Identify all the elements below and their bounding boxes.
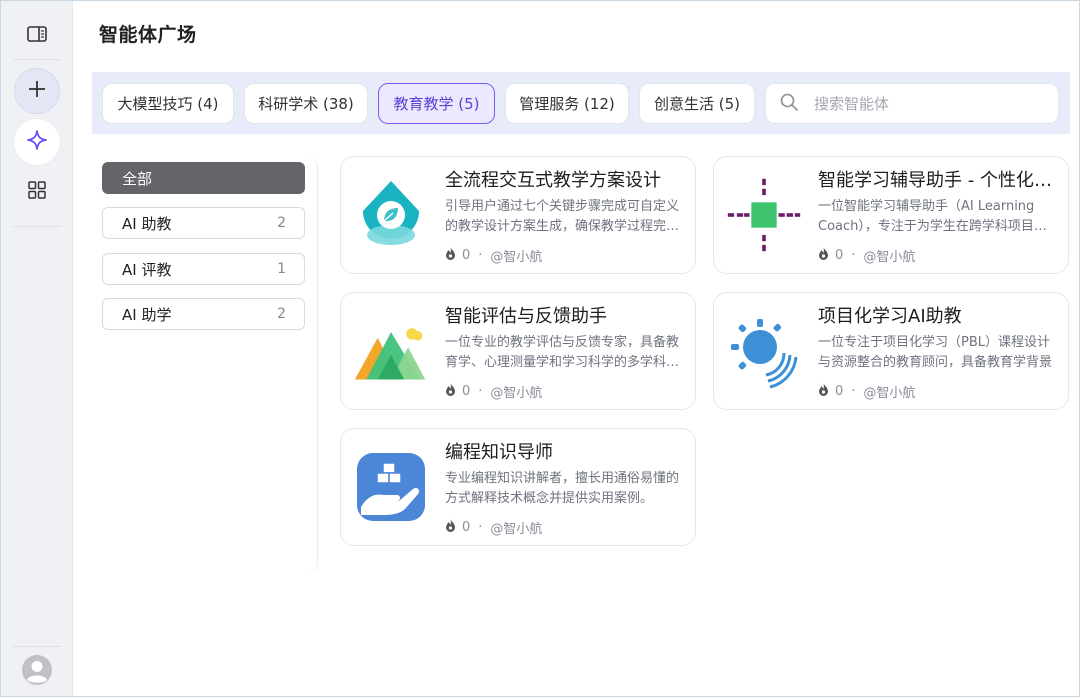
- category-chip-creative-life[interactable]: 创意生活 (5): [639, 83, 755, 124]
- like-count: 0: [462, 384, 471, 399]
- category-chip-education[interactable]: 教育教学 (5): [378, 83, 495, 124]
- separator-dot: ·: [478, 520, 483, 535]
- agent-author[interactable]: @智小航: [863, 246, 915, 265]
- agent-square-button[interactable]: [14, 119, 60, 165]
- like-count: 0: [835, 248, 844, 263]
- sparkle-icon: [26, 129, 48, 155]
- subcategory-count: 2: [277, 306, 286, 322]
- agent-card[interactable]: 智能学习辅导助手 - 个性化学习伙伴 一位智能学习辅导助手（AI Learnin…: [713, 156, 1069, 274]
- like-count: 0: [462, 520, 471, 535]
- grid-icon: [28, 181, 46, 203]
- like-count: 0: [835, 384, 844, 399]
- subcategory-ai-learning[interactable]: AI 助学 2: [102, 298, 305, 330]
- agent-name: 全流程交互式教学方案设计: [445, 170, 661, 191]
- agent-card[interactable]: 全流程交互式教学方案设计 引导用户通过七个关键步骤完成可自定义的教学设计方案生成…: [340, 156, 696, 274]
- agent-author[interactable]: @智小航: [863, 382, 915, 401]
- category-chip-model-tips[interactable]: 大模型技巧 (4): [102, 83, 234, 124]
- new-chat-button[interactable]: [14, 68, 60, 114]
- agent-name: 智能评估与反馈助手: [445, 306, 607, 327]
- agent-card[interactable]: 项目化学习AI助教 一位专注于项目化学习（PBL）课程设计与资源整合的教育顾问，…: [713, 292, 1069, 410]
- agent-author[interactable]: @智小航: [490, 246, 542, 265]
- water-drop-leaf-icon: [353, 177, 429, 253]
- mountains-cloud-icon: [353, 313, 429, 389]
- separator-dot: ·: [851, 248, 856, 263]
- subcategory-count: 1: [277, 261, 286, 277]
- agent-card[interactable]: 编程知识导师 专业编程知识讲解者，擅长用通俗易懂的方式解释技术概念并提供实用案例…: [340, 428, 696, 546]
- search-box[interactable]: [765, 83, 1059, 124]
- subcategory-label: AI 助学: [122, 305, 172, 324]
- agent-name: 编程知识导师: [445, 442, 553, 463]
- sidebar-toggle-button[interactable]: [14, 13, 60, 59]
- plus-icon: [27, 79, 47, 103]
- subcategory-ai-teaching-assistant[interactable]: AI 助教 2: [102, 207, 305, 239]
- connector-square-icon: [726, 177, 802, 253]
- fire-icon: [445, 519, 456, 536]
- agent-card[interactable]: 智能评估与反馈助手 一位专业的教学评估与反馈专家，具备教育学、心理测量学和学习科…: [340, 292, 696, 410]
- agent-description: 一位专注于项目化学习（PBL）课程设计与资源整合的教育顾问，具备教育学背景: [818, 335, 1053, 370]
- fire-icon: [818, 247, 829, 264]
- fire-icon: [818, 383, 829, 400]
- subcategory-label: AI 助教: [122, 214, 172, 233]
- separator-dot: ·: [851, 384, 856, 399]
- subcategory-ai-evaluation[interactable]: AI 评教 1: [102, 253, 305, 285]
- user-avatar-icon: [21, 654, 53, 690]
- subcategory-all[interactable]: 全部: [102, 162, 305, 194]
- like-count: 0: [462, 248, 471, 263]
- agent-description: 一位专业的教学评估与反馈专家，具备教育学、心理测量学和学习科学的多学科背景: [445, 335, 680, 370]
- category-chip-research[interactable]: 科研学术 (38): [244, 83, 368, 124]
- category-chip-management[interactable]: 管理服务 (12): [505, 83, 629, 124]
- agent-description: 引导用户通过七个关键步骤完成可自定义的教学设计方案生成，确保教学过程完整清晰: [445, 199, 680, 234]
- subcategory-label: AI 评教: [122, 260, 172, 279]
- left-rail: [1, 1, 73, 696]
- agent-meta: 0 · @智小航: [445, 518, 542, 537]
- separator-dot: ·: [478, 248, 483, 263]
- page-title: 智能体广场: [99, 24, 197, 46]
- agent-meta: 0 · @智小航: [445, 382, 542, 401]
- search-icon: [780, 93, 798, 115]
- sidebar-toggle-icon: [27, 26, 47, 46]
- user-avatar-button[interactable]: [14, 649, 60, 695]
- fire-icon: [445, 383, 456, 400]
- agent-meta: 0 · @智小航: [818, 382, 915, 401]
- apps-grid-button[interactable]: [14, 169, 60, 215]
- category-bar: 大模型技巧 (4) 科研学术 (38) 教育教学 (5) 管理服务 (12) 创…: [92, 72, 1070, 134]
- hand-blocks-icon: [353, 449, 429, 525]
- rail-divider: [13, 226, 61, 227]
- rail-divider: [13, 59, 61, 60]
- separator-dot: ·: [478, 384, 483, 399]
- agent-author[interactable]: @智小航: [490, 382, 542, 401]
- fire-icon: [445, 247, 456, 264]
- app-window: 智能体广场 大模型技巧 (4) 科研学术 (38) 教育教学 (5) 管理服务 …: [0, 0, 1080, 697]
- agent-description: 一位智能学习辅导助手（AI Learning Coach），专注于为学生在跨学科…: [818, 199, 1047, 234]
- agent-name: 项目化学习AI助教: [818, 306, 962, 327]
- rail-divider: [13, 646, 61, 647]
- search-input[interactable]: [814, 94, 1034, 113]
- subcategory-count: 2: [277, 215, 286, 231]
- agent-meta: 0 · @智小航: [445, 246, 542, 265]
- sun-waves-icon: [726, 313, 802, 389]
- subcategory-panel: 全部 AI 助教 2 AI 评教 1 AI 助学 2: [92, 156, 318, 574]
- agent-meta: 0 · @智小航: [818, 246, 915, 265]
- agent-name: 智能学习辅导助手 - 个性化学习伙伴: [818, 170, 1058, 191]
- subcategory-label: 全部: [122, 169, 153, 188]
- agent-author[interactable]: @智小航: [490, 518, 542, 537]
- agent-description: 专业编程知识讲解者，擅长用通俗易懂的方式解释技术概念并提供实用案例。: [445, 471, 680, 506]
